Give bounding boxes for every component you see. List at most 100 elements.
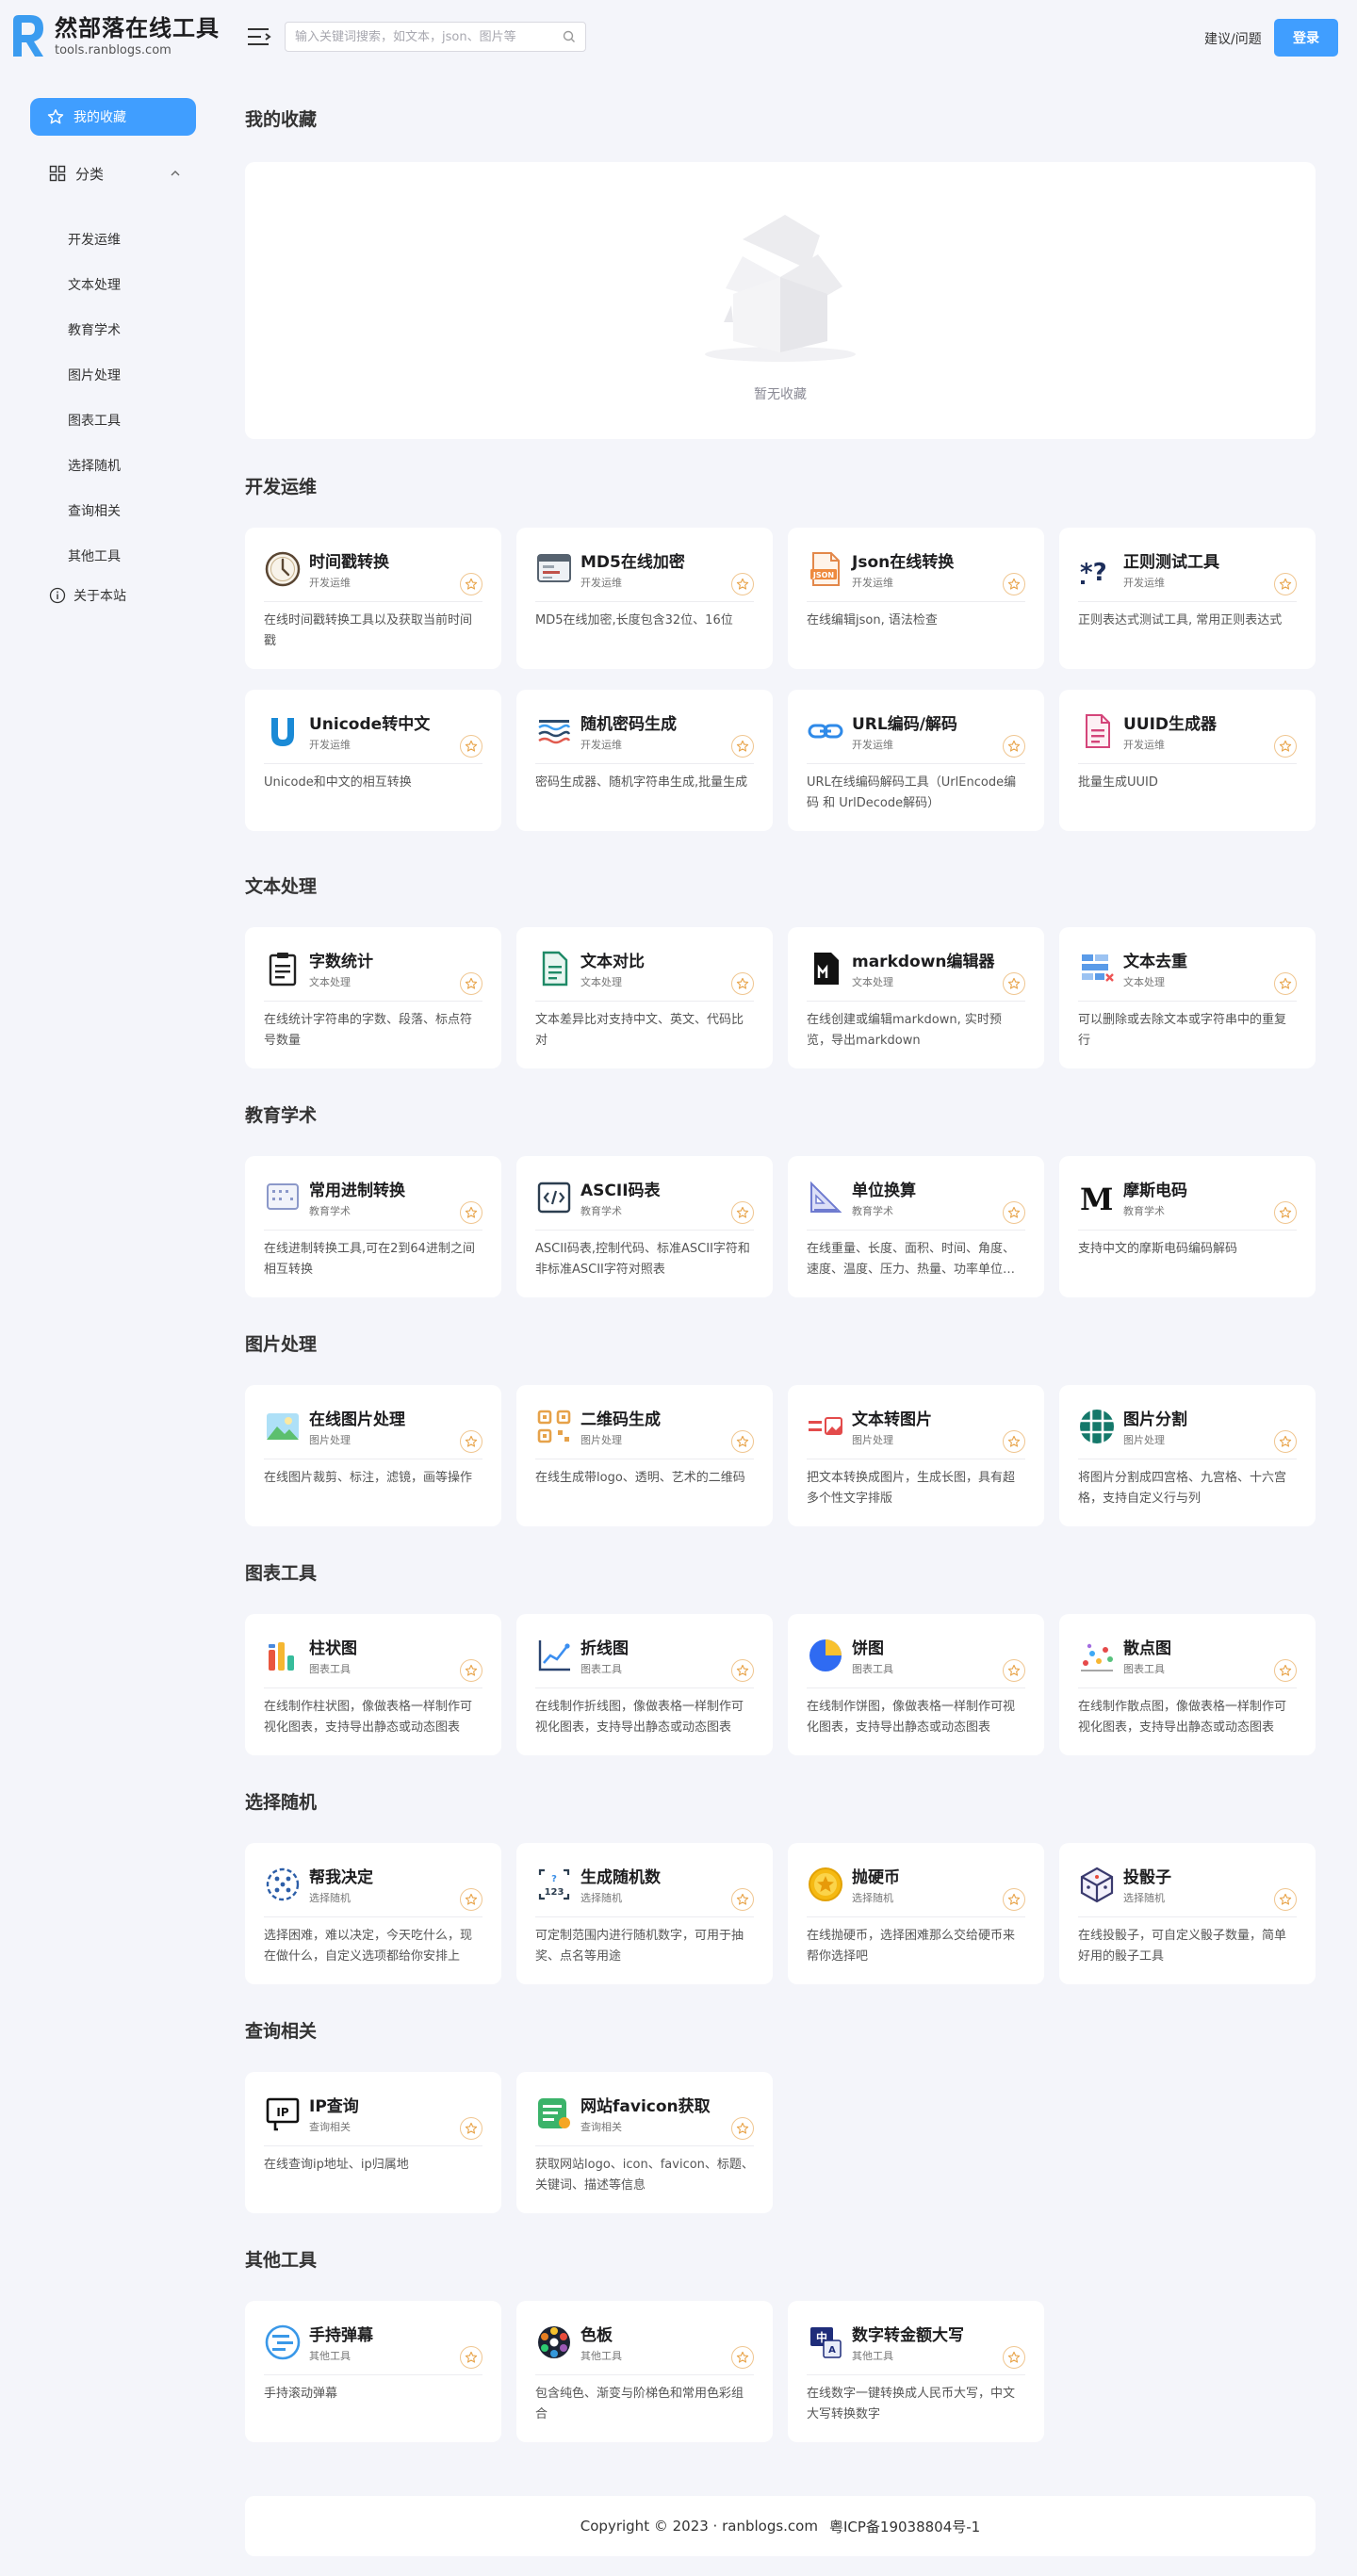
feedback-link[interactable]: 建议/问题 — [1204, 29, 1262, 48]
favorite-toggle[interactable] — [1274, 1430, 1297, 1453]
tool-card[interactable]: JSON Json在线转换 开发运维 在线编辑json, 语法检查 — [788, 528, 1044, 669]
tool-card[interactable]: 常用进制转换 教育学术 在线进制转换工具,可在2到64进制之间相互转换 — [245, 1156, 501, 1297]
favorite-toggle[interactable] — [1274, 1888, 1297, 1911]
tool-card[interactable]: ASCII码表 教育学术 ASCII码表,控制代码、标准ASCII字符和非标准A… — [516, 1156, 773, 1297]
tool-card[interactable]: 网站favicon获取 查询相关 获取网站logo、icon、favicon、标… — [516, 2072, 773, 2213]
tool-card[interactable]: 帮我决定 选择随机 选择困难，难以决定，今天吃什么，现在做什么，自定义选项都给你… — [245, 1843, 501, 1984]
favorite-toggle[interactable] — [460, 972, 482, 995]
tool-card[interactable]: M 摩斯电码 教育学术 支持中文的摩斯电码编码解码 — [1059, 1156, 1316, 1297]
tool-card[interactable]: 散点图 图表工具 在线制作散点图，像做表格一样制作可视化图表，支持导出静态或动态… — [1059, 1614, 1316, 1755]
site-logo[interactable]: 然部落在线工具 tools.ranblogs.com — [9, 13, 220, 60]
menu-toggle-icon[interactable] — [247, 26, 271, 47]
tool-description: MD5在线加密,长度包含32位、16位 — [535, 613, 733, 628]
favorite-toggle[interactable] — [460, 735, 482, 758]
favorite-toggle[interactable] — [1003, 2346, 1025, 2369]
card-divider — [807, 2374, 1025, 2375]
tool-card[interactable]: 中A 数字转金额大写 其他工具 在线数字一键转换成人民币大写，中文大写转换数字 — [788, 2301, 1044, 2442]
sidebar-item-random[interactable]: 选择随机 — [68, 443, 121, 488]
tool-card[interactable]: 饼图 图表工具 在线制作饼图，像做表格一样制作可视化图表，支持导出静态或动态图表 — [788, 1614, 1044, 1755]
sidebar-item-other[interactable]: 其他工具 — [68, 533, 121, 579]
tool-card[interactable]: 文本转图片 图片处理 把文本转换成图片，生成长图，具有超多个性文字排版 — [788, 1385, 1044, 1526]
tool-card[interactable]: UUID生成器 开发运维 批量生成UUID — [1059, 690, 1316, 831]
favorite-toggle[interactable] — [1274, 735, 1297, 758]
favorite-toggle[interactable] — [1003, 1888, 1025, 1911]
section-title: 图片处理 — [245, 1334, 318, 1355]
favorite-toggle[interactable] — [731, 1888, 754, 1911]
favorite-toggle[interactable] — [460, 1430, 482, 1453]
tool-card[interactable]: 折线图 图表工具 在线制作折线图，像做表格一样制作可视化图表，支持导出静态或动态… — [516, 1614, 773, 1755]
search-box[interactable] — [285, 22, 586, 52]
tool-description: 可定制范围内进行随机数字，可用于抽奖、点名等用途 — [535, 1929, 744, 1964]
tool-card[interactable]: 文本对比 文本处理 文本差异比对支持中文、英文、代码比对 — [516, 927, 773, 1068]
sidebar-item-devops[interactable]: 开发运维 — [68, 217, 121, 262]
sidebar-item-about[interactable]: 关于本站 — [49, 586, 126, 605]
favorite-toggle[interactable] — [1274, 573, 1297, 595]
favorite-toggle[interactable] — [460, 1201, 482, 1224]
favorite-toggle[interactable] — [731, 1659, 754, 1682]
sidebar-item-text[interactable]: 文本处理 — [68, 262, 121, 307]
favorite-toggle[interactable] — [460, 1888, 482, 1911]
tool-card[interactable]: 图片分割 图片处理 将图片分割成四宫格、九宫格、十六宫格，支持自定义行与列 — [1059, 1385, 1316, 1526]
tool-card[interactable]: 时间戳转换 开发运维 在线时间戳转换工具以及获取当前时间戳 — [245, 528, 501, 669]
tool-card[interactable]: 二维码生成 图片处理 在线生成带logo、透明、艺术的二维码 — [516, 1385, 773, 1526]
tool-card[interactable]: 抛硬币 选择随机 在线抛硬币，选择困难那么交给硬币来帮你选择吧 — [788, 1843, 1044, 1984]
tool-card[interactable]: 色板 其他工具 包含纯色、渐变与阶梯色和常用色彩组合 — [516, 2301, 773, 2442]
star-outline-icon — [465, 2122, 478, 2134]
search-icon[interactable] — [563, 30, 576, 43]
favorite-toggle[interactable] — [731, 735, 754, 758]
tool-card[interactable]: MD5在线加密 开发运维 MD5在线加密,长度包含32位、16位 — [516, 528, 773, 669]
tool-card[interactable]: ? 123 生成随机数 选择随机 可定制范围内进行随机数字，可用于抽奖、点名等用途 — [516, 1843, 773, 1984]
search-input[interactable] — [295, 29, 563, 44]
text-image-icon — [809, 1417, 842, 1435]
tool-card[interactable]: markdown编辑器 文本处理 在线创建或编辑markdown, 实时预览，导… — [788, 927, 1044, 1068]
tool-card[interactable]: URL编码/解码 开发运维 URL在线编码解码工具（UrlEncode编码 和 … — [788, 690, 1044, 831]
sidebar-item-chart[interactable]: 图表工具 — [68, 398, 121, 443]
login-button[interactable]: 登录 — [1274, 19, 1338, 57]
favorite-toggle[interactable] — [731, 1430, 754, 1453]
favorite-toggle[interactable] — [1003, 972, 1025, 995]
star-outline-icon — [1279, 1206, 1292, 1218]
favorite-toggle[interactable] — [460, 2346, 482, 2369]
sidebar-item-image[interactable]: 图片处理 — [68, 352, 121, 398]
star-outline-icon — [1279, 1893, 1292, 1905]
favorite-toggle[interactable] — [731, 2117, 754, 2140]
tool-category: 图片处理 — [309, 1434, 351, 1446]
favorite-toggle[interactable] — [1003, 735, 1025, 758]
tool-card[interactable]: 手持弹幕 其他工具 手持滚动弹幕 — [245, 2301, 501, 2442]
favorite-toggle[interactable] — [1274, 1659, 1297, 1682]
favorite-toggle[interactable] — [731, 1201, 754, 1224]
tool-card[interactable]: 投骰子 选择随机 在线投骰子，可自定义骰子数量，简单好用的骰子工具 — [1059, 1843, 1316, 1984]
star-outline-icon — [1279, 578, 1292, 590]
favorite-toggle[interactable] — [460, 573, 482, 595]
favorite-toggle[interactable] — [460, 1659, 482, 1682]
favorite-toggle[interactable] — [1003, 1430, 1025, 1453]
tool-card[interactable]: 随机密码生成 开发运维 密码生成器、随机字符串生成,批量生成 — [516, 690, 773, 831]
sidebar-item-education[interactable]: 教育学术 — [68, 307, 121, 352]
tool-card[interactable]: *? 正则测试工具 开发运维 正则表达式测试工具, 常用正则表达式 — [1059, 528, 1316, 669]
favorites-title: 我的收藏 — [245, 109, 318, 130]
favorite-toggle[interactable] — [731, 573, 754, 595]
sidebar-item-favorites[interactable]: 我的收藏 — [30, 98, 196, 136]
tool-card[interactable]: 字数统计 文本处理 在线统计字符串的字数、段落、标点符号数量 — [245, 927, 501, 1068]
favorite-toggle[interactable] — [1274, 1201, 1297, 1224]
favorite-toggle[interactable] — [460, 2117, 482, 2140]
tool-title: markdown编辑器 — [852, 953, 995, 971]
category-toggle[interactable]: 分类 — [49, 162, 181, 185]
favorite-toggle[interactable] — [1003, 573, 1025, 595]
tool-category: 教育学术 — [580, 1205, 622, 1217]
star-outline-icon — [736, 2351, 749, 2363]
favorite-toggle[interactable] — [1003, 1659, 1025, 1682]
tool-card[interactable]: 文本去重 文本处理 可以删除或去除文本或字符串中的重复行 — [1059, 927, 1316, 1068]
tool-card[interactable]: IP IP查询 查询相关 在线查询ip地址、ip归属地 — [245, 2072, 501, 2213]
favorite-toggle[interactable] — [731, 2346, 754, 2369]
tool-card[interactable]: 柱状图 图表工具 在线制作柱状图，像做表格一样制作可视化图表，支持导出静态或动态… — [245, 1614, 501, 1755]
footer-icp[interactable]: 粤ICP备19038804号-1 — [829, 2517, 980, 2536]
favorite-toggle[interactable] — [731, 972, 754, 995]
favorite-toggle[interactable] — [1274, 972, 1297, 995]
section-title: 选择随机 — [245, 1792, 318, 1813]
favorite-toggle[interactable] — [1003, 1201, 1025, 1224]
sidebar-item-query[interactable]: 查询相关 — [68, 488, 121, 533]
tool-card[interactable]: Unicode转中文 开发运维 Unicode和中文的相互转换 — [245, 690, 501, 831]
tool-card[interactable]: 单位换算 教育学术 在线重量、长度、面积、时间、角度、速度、温度、压力、热量、功… — [788, 1156, 1044, 1297]
tool-card[interactable]: 在线图片处理 图片处理 在线图片裁剪、标注，滤镜，画等操作 — [245, 1385, 501, 1526]
